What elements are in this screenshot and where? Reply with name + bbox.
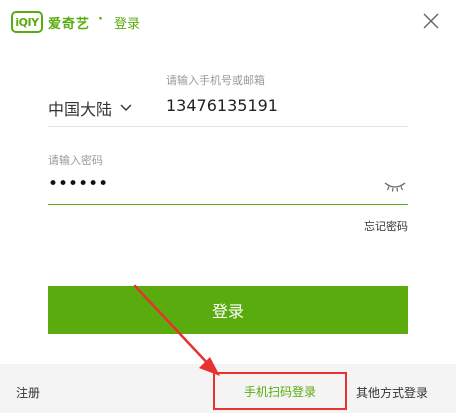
region-label: 中国大陆 bbox=[48, 100, 113, 119]
qr-login-label: 手机扫码登录 bbox=[243, 384, 316, 399]
logo-text: iQIY bbox=[15, 15, 39, 29]
close-button[interactable] bbox=[420, 10, 442, 32]
password-field-label: 请输入密码 bbox=[48, 154, 103, 167]
annotation-arrow bbox=[133, 284, 220, 376]
close-icon bbox=[423, 13, 439, 29]
footer-bar: 注册 手机扫码登录 其他方式登录 bbox=[0, 364, 456, 413]
phone-underline bbox=[48, 126, 408, 127]
password-input[interactable]: •••••• bbox=[48, 174, 108, 194]
dialog-title: 登录 bbox=[114, 17, 141, 32]
region-selector[interactable]: 中国大陆 bbox=[48, 96, 132, 120]
password-underline bbox=[48, 204, 408, 205]
phone-field-label: 请输入手机号或邮箱 bbox=[166, 74, 265, 87]
toggle-password-visibility[interactable] bbox=[383, 178, 407, 192]
phone-input[interactable]: 13476135191 bbox=[166, 96, 278, 115]
dialog-header: iQIY 爱奇艺 · 登录 bbox=[0, 0, 456, 44]
forgot-password-link[interactable]: 忘记密码 bbox=[364, 218, 408, 234]
chevron-down-icon bbox=[120, 104, 132, 111]
other-login-link[interactable]: 其他方式登录 bbox=[356, 384, 428, 401]
register-link[interactable]: 注册 bbox=[16, 384, 40, 401]
brand-name: 爱奇艺 bbox=[48, 17, 91, 32]
login-button[interactable]: 登录 bbox=[48, 286, 408, 334]
title-separator: · bbox=[98, 12, 103, 27]
qr-login-link[interactable]: 手机扫码登录 bbox=[213, 372, 347, 410]
iqiyi-logo: iQIY bbox=[11, 11, 43, 33]
eye-closed-icon bbox=[384, 182, 406, 192]
